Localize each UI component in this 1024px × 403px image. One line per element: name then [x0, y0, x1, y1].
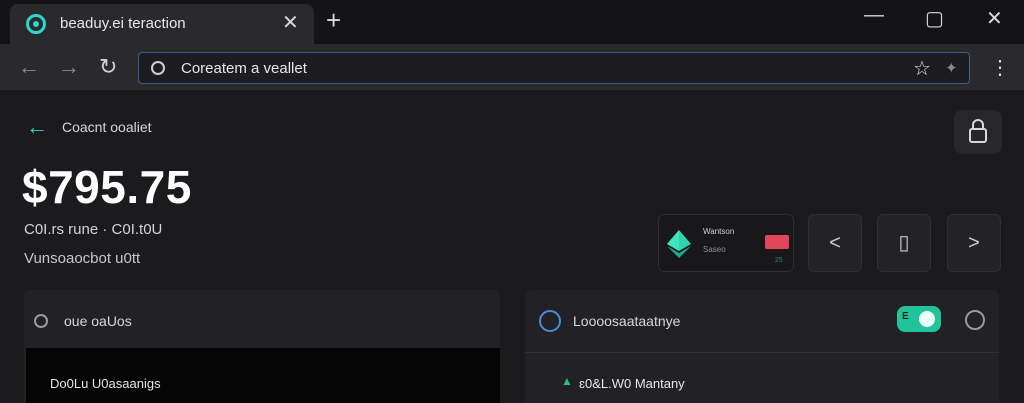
- back-arrow-icon[interactable]: ←: [26, 114, 48, 140]
- change-text: ɛ0&L.W0 Mantany: [579, 376, 685, 391]
- browser-menu-icon[interactable]: ⋮: [990, 55, 1010, 80]
- tab-strip: beaduy.ei teraction ✕ + — ▢ ✕: [0, 0, 1024, 44]
- next-button[interactable]: >: [947, 214, 1001, 272]
- asset-name: Wantson: [703, 227, 735, 236]
- info-icon[interactable]: [965, 310, 985, 330]
- site-info-icon[interactable]: [151, 61, 165, 75]
- left-panel-title: oue oaUos: [64, 313, 132, 329]
- panel-toggle[interactable]: E: [897, 306, 941, 332]
- balance-subtitle: C0I.rs rune · C0I.t0U: [24, 221, 163, 238]
- panel-divider: [525, 352, 999, 353]
- back-nav-icon[interactable]: ←: [18, 54, 40, 80]
- bookmark-star-icon[interactable]: ☆: [913, 56, 931, 81]
- left-panel-body: Do0Lu U0asaanigs: [26, 348, 500, 403]
- wallet-balance: $795.75: [22, 161, 192, 213]
- window-close-icon[interactable]: ✕: [986, 6, 1003, 31]
- change-up-icon: ▲: [561, 374, 573, 388]
- toggle-label: E: [902, 311, 909, 322]
- left-panel-text: Do0Lu U0asaanigs: [50, 376, 161, 391]
- address-bar[interactable]: Coreatem a veallet ☆ ✦: [138, 52, 970, 84]
- right-panel: Loooosaataatnye E ▲ ɛ0&L.W0 Mantany: [525, 290, 999, 403]
- tab-title: beaduy.ei teraction: [60, 15, 186, 32]
- browser-tab[interactable]: beaduy.ei teraction ✕: [10, 4, 314, 44]
- asset-sub: Saseo: [703, 245, 726, 254]
- extension-icon[interactable]: ✦: [945, 59, 958, 77]
- lock-icon: [969, 119, 987, 143]
- reload-icon[interactable]: ↻: [99, 54, 117, 80]
- right-panel-title: Loooosaataatnye: [573, 313, 681, 329]
- tab-close-icon[interactable]: ✕: [282, 10, 299, 35]
- minimize-icon[interactable]: —: [864, 4, 884, 27]
- prev-button[interactable]: <: [808, 214, 862, 272]
- asset-tiny-label: 25: [775, 257, 783, 264]
- site-favicon-icon: [26, 14, 46, 34]
- new-tab-button[interactable]: +: [326, 5, 341, 36]
- forward-nav-icon[interactable]: →: [58, 54, 80, 80]
- left-panel: oue oaUos Do0Lu U0asaanigs: [24, 290, 500, 403]
- ethereum-icon: [667, 230, 691, 258]
- toggle-knob: [919, 311, 935, 327]
- address-url[interactable]: Coreatem a veallet: [181, 60, 307, 77]
- back-label[interactable]: Coacnt ooaliet: [62, 119, 152, 135]
- balance-caption: Vunsoaocbot u0tt: [24, 250, 141, 267]
- asset-card[interactable]: Wantson Saseo 25: [658, 214, 794, 272]
- network-globe-icon: [539, 310, 561, 332]
- maximize-icon[interactable]: ▢: [925, 6, 944, 31]
- panel-settings-icon[interactable]: [34, 314, 48, 328]
- asset-change-badge: [765, 235, 789, 249]
- device-button[interactable]: ▯: [877, 214, 931, 272]
- lock-button[interactable]: [954, 110, 1002, 154]
